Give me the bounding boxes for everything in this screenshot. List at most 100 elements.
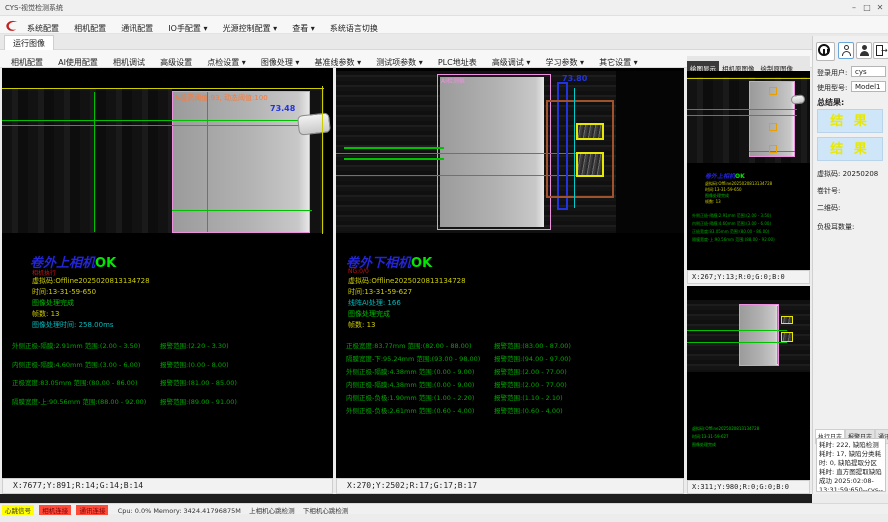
- measurement-row: 隔膜宽度-下:95.24mm 范围:(93.00 - 98.00) 报警范围:(…: [336, 353, 684, 363]
- menu-light-control[interactable]: 光源控制配置 ▾: [218, 19, 283, 34]
- result-ok-label: OK: [735, 173, 745, 180]
- measurement-value: 内侧正极-负极:1.90mm 范围:(1.00 - 2.20): [346, 392, 474, 402]
- measurement-value: 外侧正极-隔膜:4.38mm 范围:(0.00 - 9.00): [346, 366, 474, 376]
- edge-line: [687, 330, 787, 331]
- tool-test-params[interactable]: 测试项参数 ▾: [371, 53, 428, 68]
- bottom-dark-strip: [0, 494, 812, 503]
- measurement-row: 内侧正极-负极:1.90mm 范围:(1.00 - 2.20) 报警范围:(1.…: [336, 392, 684, 402]
- alarm-range: 报警范围:(81.00 - 85.00): [160, 377, 237, 387]
- tab-detect-box: [769, 145, 777, 153]
- login-user-label: 登录用户:: [817, 68, 847, 78]
- ai-detect-rect: [437, 74, 551, 230]
- tab-detect-box: [576, 123, 604, 140]
- mini-camera-title: 卷外上相机OK: [705, 171, 745, 180]
- yellow-guide-line-vertical: [322, 86, 323, 234]
- result-box-upper: 结 果: [817, 109, 883, 133]
- tool-spot-check[interactable]: 点检设置 ▾: [202, 53, 251, 68]
- ai-detect-label: AI检测框: [441, 76, 465, 85]
- measurement-row: 隔膜宽度-上:90.56mm 范围:(88.00 - 92.00) 报警范围:(…: [2, 396, 333, 406]
- result-ok-label: OK: [95, 256, 116, 271]
- window-title: CYS-视觉检测系统: [5, 3, 63, 13]
- tab-detect-box: [769, 87, 777, 95]
- tool-image-process[interactable]: 图像处理 ▾: [256, 53, 305, 68]
- tool-plc-address[interactable]: PLC地址表: [433, 53, 482, 68]
- login-user-button[interactable]: [838, 42, 854, 59]
- left-camera-view[interactable]: N极高阈值:93, 动态阈值:100 73.48 卷外上相机OK 相机执行 虚拟…: [2, 68, 333, 478]
- thumbnail2-pixel-coordinates: X:311;Y:980;R:0;G:0;B:0: [687, 480, 810, 494]
- ai-time-line: 线阵AI处理: 166: [348, 298, 401, 308]
- result-text: 结 果: [830, 142, 870, 157]
- menu-language-switch[interactable]: 系统语言切换: [325, 19, 383, 34]
- menu-system-config[interactable]: 系统配置: [22, 19, 64, 34]
- pause-icon: [818, 44, 830, 56]
- thumbnail1-pixel-coordinates: X:267;Y:13;R:0;G:0;B:0: [687, 270, 810, 284]
- dark-region: [616, 71, 684, 233]
- tab-clip-feature: [297, 112, 331, 135]
- tool-camera-config[interactable]: 相机配置: [6, 53, 48, 68]
- mini-log-line: 虚拟码:Offline2025020813134728: [692, 426, 759, 432]
- thumbnail-upper-camera[interactable]: 卷外上相机OK 虚拟码:Offline2025020813134728 时间:1…: [687, 71, 810, 270]
- left-pixel-coordinates: X:7677;Y:891;R:14;G:14;B:14: [2, 478, 333, 494]
- minimize-button[interactable]: –: [848, 2, 860, 14]
- result-box-lower: 结 果: [817, 137, 883, 161]
- app-window: CYS-视觉检测系统 – □ ✕ 系统配置 相机配置 通讯配置 IO手配置 ▾ …: [0, 0, 888, 522]
- tool-other-settings[interactable]: 其它设置 ▾: [594, 53, 643, 68]
- menu-view[interactable]: 查看 ▾: [287, 19, 320, 34]
- edge-line: [687, 342, 787, 343]
- edge-line: [344, 158, 444, 160]
- menu-comm-config[interactable]: 通讯配置: [116, 19, 158, 34]
- virtual-code-line: 虚拟码:Offline2025020813134728: [348, 276, 466, 286]
- cyan-edge-line: [574, 88, 575, 208]
- right-sidebar: → 登录用户: cys 使用型号: Model1 总结果: 结 果 结 果 虚拟…: [812, 36, 888, 494]
- menu-camera-config[interactable]: 相机配置: [69, 19, 111, 34]
- frame-count-line: 帧数: 13: [348, 320, 376, 330]
- process-status-line: 图像处理完成: [348, 309, 390, 319]
- frame-count-line: 帧数: 13: [32, 309, 60, 319]
- qr-code-label: 二维码:: [817, 203, 840, 213]
- thumbnail-lower-camera[interactable]: 虚拟码:Offline2025020813134728 时间:13-31-59-…: [687, 286, 810, 480]
- tab-run-image[interactable]: 运行图像: [4, 35, 54, 50]
- model-field[interactable]: Model1: [851, 81, 886, 92]
- lower-camera-heartbeat: 下相机心跳检测: [303, 505, 349, 515]
- machine-background: [2, 89, 172, 233]
- edge-line: [336, 175, 576, 176]
- operator-button[interactable]: [856, 42, 872, 59]
- cpu-memory-status: Cpu: 0.0% Memory: 3424.41796875M: [118, 507, 241, 515]
- close-button[interactable]: ✕: [874, 2, 886, 14]
- tool-advanced-debug[interactable]: 高级调试 ▾: [487, 53, 536, 68]
- pause-button[interactable]: [816, 42, 835, 61]
- menu-items: 系统配置 相机配置 通讯配置 IO手配置 ▾ 光源控制配置 ▾ 查看 ▾ 系统语…: [22, 16, 383, 35]
- maximize-button[interactable]: □: [861, 2, 873, 14]
- mini-measurement: 正极宽度:83.05mm 范围:(80.00 - 86.00): [692, 229, 769, 235]
- measure-value-label: 73.48: [270, 104, 295, 113]
- middle-camera-view[interactable]: AI检测框 73.80 卷外下相机OK NG:0/0 虚拟码:Offline20…: [336, 68, 684, 478]
- tool-camera-debug[interactable]: 相机调试: [108, 53, 150, 68]
- time-line: 时间:13-31-59-627: [348, 287, 412, 297]
- measurement-value: 正极宽度:83.05mm 范围:(80.00 - 86.00): [12, 377, 137, 387]
- tab-detect-box: [781, 332, 793, 342]
- tool-learn-params[interactable]: 学习参数 ▾: [540, 53, 589, 68]
- tool-baseline-params[interactable]: 基准线参数 ▾: [310, 53, 367, 68]
- exit-button[interactable]: →: [873, 42, 888, 59]
- title-bar: CYS-视觉检测系统 – □ ✕: [0, 0, 888, 16]
- edge-line: [336, 153, 576, 154]
- tab-strip: 运行图像: [0, 34, 888, 50]
- total-result-label: 总结果:: [817, 97, 844, 108]
- alarm-range: 报警范围:(0.00 - 8.00): [160, 359, 229, 369]
- edge-line: [172, 210, 312, 211]
- virtual-code-caption: 虚拟码:: [817, 170, 840, 178]
- tab-detect-box: [781, 316, 793, 324]
- execution-log[interactable]: 耗时: 222, 缺陷检测耗时: 17, 缺陷分类耗时: 0, 缺陷提取分区耗时…: [816, 438, 886, 492]
- tool-ai-config[interactable]: AI使用配置: [53, 53, 103, 68]
- edge-line: [344, 147, 444, 149]
- measurement-row: 内侧正极-隔膜:4.38mm 范围:(0.00 - 9.00) 报警范围:(2.…: [336, 379, 684, 389]
- measurement-row: 正极宽度:83.05mm 范围:(80.00 - 86.00) 报警范围:(81…: [2, 377, 333, 387]
- tool-advanced-settings[interactable]: 高级设置: [155, 53, 197, 68]
- mini-measurement: 隔膜宽度-上:90.56mm 范围:(88.00 - 92.00): [692, 237, 775, 243]
- menu-io-config[interactable]: IO手配置 ▾: [163, 19, 212, 34]
- tab-detect-box: [769, 123, 777, 131]
- camera-sub-status: NG:0/0: [348, 268, 369, 275]
- camera-name: 卷外上相机: [705, 173, 735, 180]
- menu-bar: 系统配置 相机配置 通讯配置 IO手配置 ▾ 光源控制配置 ▾ 查看 ▾ 系统语…: [0, 16, 888, 34]
- login-user-field[interactable]: cys: [851, 66, 886, 77]
